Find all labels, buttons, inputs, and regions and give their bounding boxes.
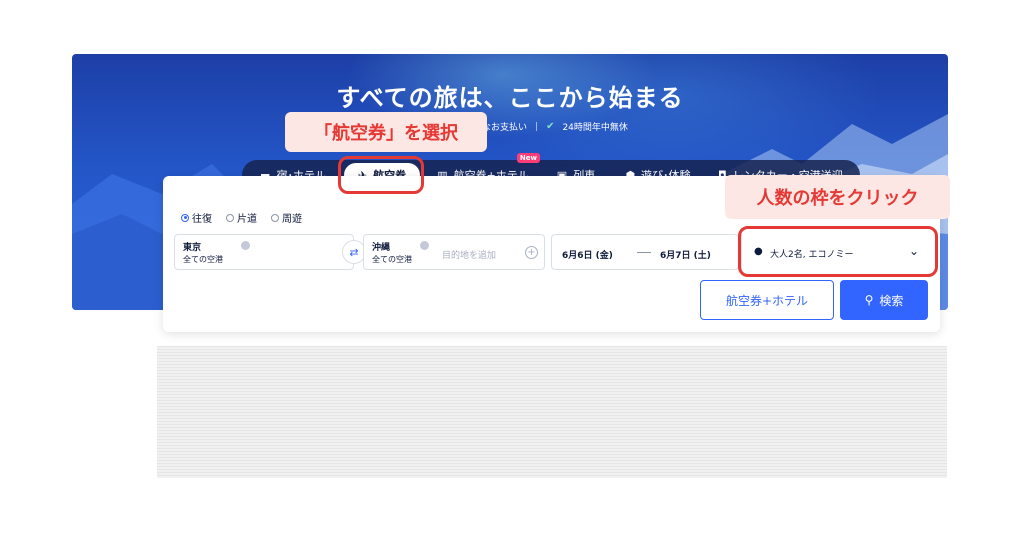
highlight-flight-tab	[338, 156, 424, 194]
support-text: 24時間年中無休	[562, 123, 628, 133]
callout-select-flights: 「航空券」を選択	[285, 112, 487, 152]
radio-label: 周遊	[282, 214, 302, 225]
trip-type-multicity[interactable]: 周遊	[271, 210, 302, 225]
hero-title: すべての旅は、ここから始まる	[336, 84, 684, 112]
search-label: 検索	[879, 293, 904, 308]
destination-city: 沖縄	[372, 243, 391, 253]
origin-airports: 全ての空港	[183, 255, 223, 264]
destination-airports: 全ての空港	[372, 255, 412, 264]
radio-label: 片道	[237, 214, 257, 225]
highlight-passenger-field	[738, 226, 938, 277]
add-icon[interactable]: +	[525, 246, 538, 259]
new-badge: New	[516, 153, 540, 163]
payment-text: なお支払い	[482, 123, 528, 133]
search-icon: ⚲	[864, 293, 874, 307]
depart-date[interactable]: 6月6日 (金)	[562, 248, 613, 261]
trip-type-oneway[interactable]: 片道	[226, 210, 257, 225]
return-date[interactable]: 6月7日 (土)	[660, 248, 711, 261]
radio-icon	[271, 213, 279, 222]
divider: |	[535, 121, 539, 132]
callout-click-passengers: 人数の枠をクリック	[725, 175, 950, 219]
date-separator	[637, 252, 651, 253]
date-field[interactable]: 6月6日 (金) 6月7日 (土)	[551, 234, 739, 270]
radio-label: 往復	[192, 214, 212, 225]
add-destination-placeholder[interactable]: 目的地を追加	[442, 248, 496, 261]
flight-hotel-button[interactable]: 航空券+ホテル	[700, 280, 834, 320]
hero-subtitle: なお支払い | ✔ 24時間年中無休	[482, 120, 628, 133]
clear-icon[interactable]	[241, 241, 250, 250]
origin-city: 東京	[183, 243, 202, 253]
check-shield-icon: ✔	[546, 121, 555, 132]
origin-field[interactable]: 東京 全ての空港	[174, 234, 354, 270]
search-button[interactable]: ⚲ 検索	[840, 280, 928, 320]
trip-type-round[interactable]: 往復	[181, 210, 212, 225]
blurred-content	[157, 346, 947, 478]
trip-type-selector: 往復 片道 周遊	[181, 210, 302, 225]
radio-icon	[181, 213, 189, 222]
clear-icon[interactable]	[420, 241, 429, 250]
destination-field[interactable]: 沖縄 全ての空港 目的地を追加 +	[363, 234, 545, 270]
radio-icon	[226, 213, 234, 222]
